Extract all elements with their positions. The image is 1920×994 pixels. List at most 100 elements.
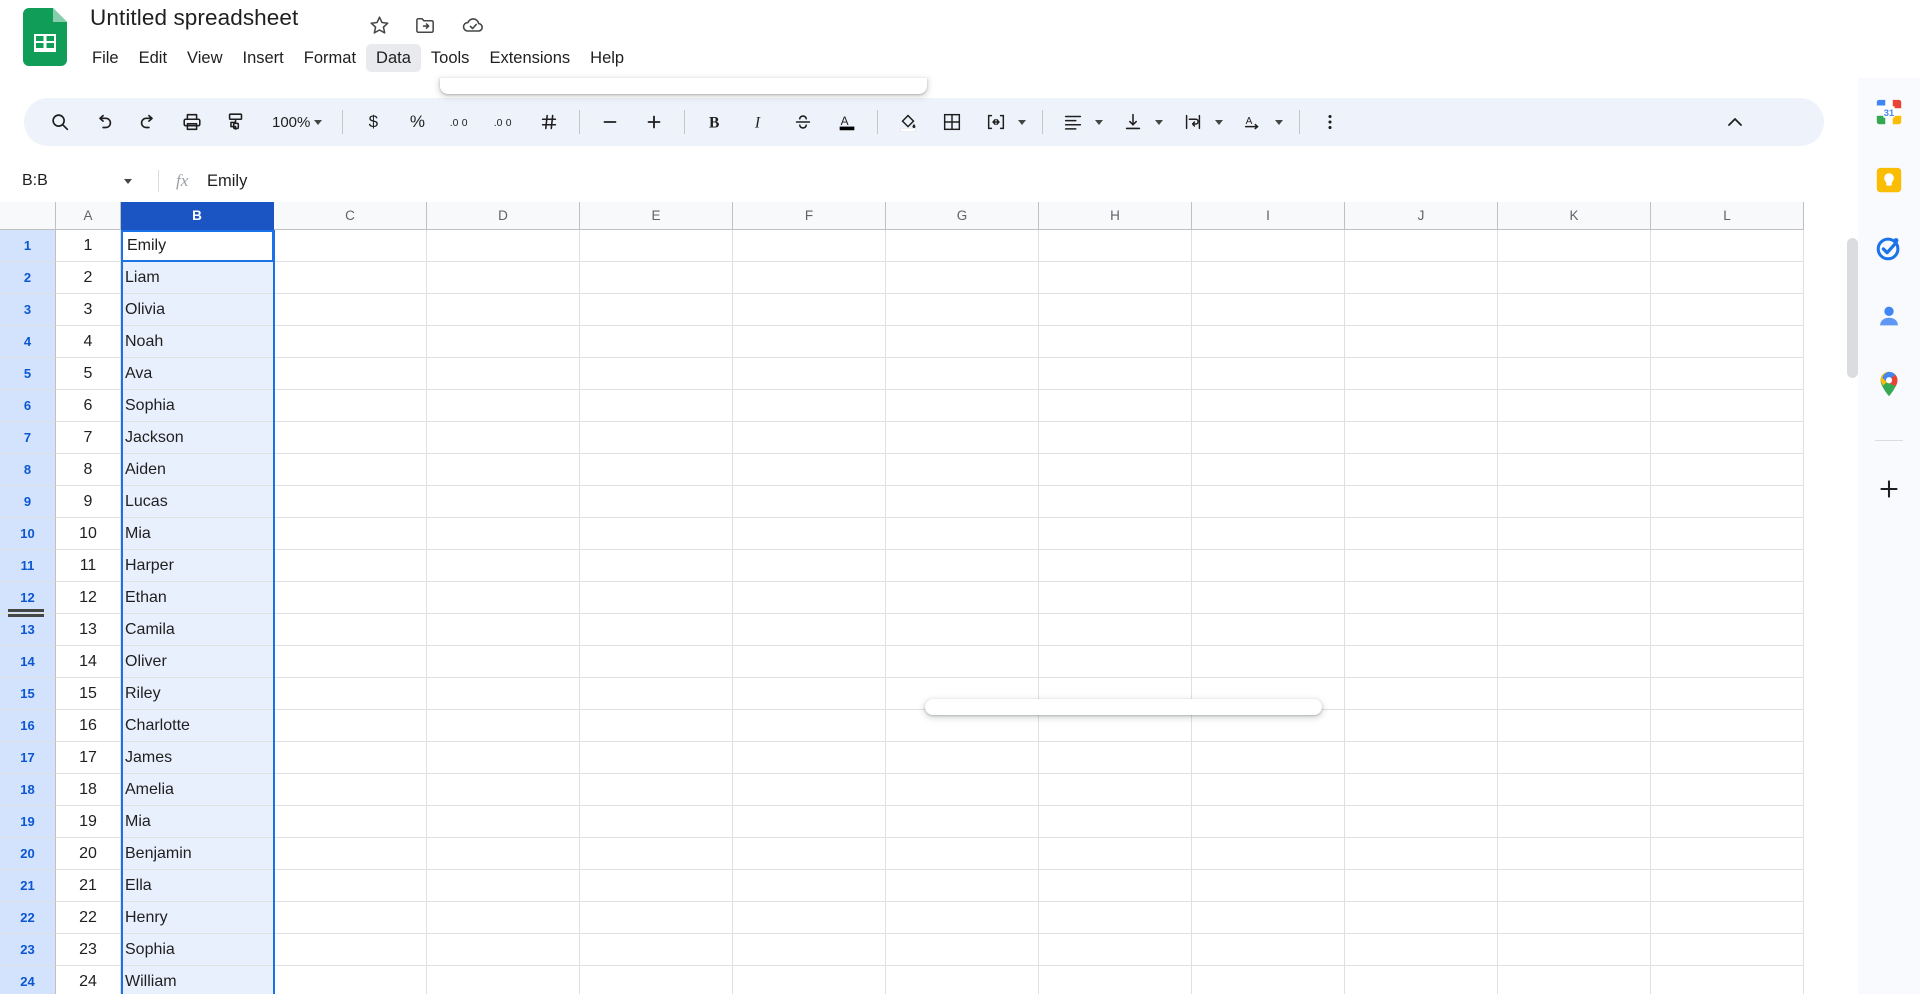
row-header-22[interactable]: 22 (0, 902, 56, 934)
cell-f3[interactable] (733, 294, 886, 326)
cell-g3[interactable] (886, 294, 1039, 326)
row-header-4[interactable]: 4 (0, 326, 56, 358)
cell-k7[interactable] (1498, 422, 1651, 454)
cell-l23[interactable] (1651, 934, 1804, 966)
cell-c24[interactable] (274, 966, 427, 994)
menu-view[interactable]: View (177, 44, 232, 72)
cell-h13[interactable] (1039, 614, 1192, 646)
cell-b7[interactable]: Jackson (121, 422, 274, 454)
cell-d14[interactable] (427, 646, 580, 678)
font-size-decrease-button[interactable] (591, 103, 629, 141)
cell-b4[interactable]: Noah (121, 326, 274, 358)
cell-d8[interactable] (427, 454, 580, 486)
menu-format[interactable]: Format (294, 44, 366, 72)
cell-f14[interactable] (733, 646, 886, 678)
cell-b18[interactable]: Amelia (121, 774, 274, 806)
column-header-d[interactable]: D (427, 202, 580, 230)
row-header-8[interactable]: 8 (0, 454, 56, 486)
cell-h14[interactable] (1039, 646, 1192, 678)
cell-l7[interactable] (1651, 422, 1804, 454)
row-header-7[interactable]: 7 (0, 422, 56, 454)
cell-j17[interactable] (1345, 742, 1498, 774)
cell-l5[interactable] (1651, 358, 1804, 390)
cell-d17[interactable] (427, 742, 580, 774)
row-header-15[interactable]: 15 (0, 678, 56, 710)
name-box[interactable]: B:B (12, 160, 140, 202)
cell-e13[interactable] (580, 614, 733, 646)
text-rotation-icon[interactable]: A (1234, 103, 1272, 141)
cell-i14[interactable] (1192, 646, 1345, 678)
vertical-align-group[interactable] (1111, 103, 1171, 141)
cell-d1[interactable] (427, 230, 580, 262)
cell-d5[interactable] (427, 358, 580, 390)
cell-c22[interactable] (274, 902, 427, 934)
cell-i23[interactable] (1192, 934, 1345, 966)
cell-f8[interactable] (733, 454, 886, 486)
cell-a7[interactable]: 7 (56, 422, 121, 454)
cell-c1[interactable] (274, 230, 427, 262)
cell-b8[interactable]: Aiden (121, 454, 274, 486)
cell-b20[interactable]: Benjamin (121, 838, 274, 870)
google-tasks-icon[interactable] (1871, 230, 1907, 266)
cell-c10[interactable] (274, 518, 427, 550)
cell-e15[interactable] (580, 678, 733, 710)
cell-b15[interactable]: Riley (121, 678, 274, 710)
document-title[interactable]: Untitled spreadsheet (90, 5, 298, 31)
cell-a18[interactable]: 18 (56, 774, 121, 806)
cell-d7[interactable] (427, 422, 580, 454)
cell-a4[interactable]: 4 (56, 326, 121, 358)
row-header-1[interactable]: 1 (0, 230, 56, 262)
cell-e3[interactable] (580, 294, 733, 326)
cell-b2[interactable]: Liam (121, 262, 274, 294)
cell-i18[interactable] (1192, 774, 1345, 806)
cell-b13[interactable]: Camila (121, 614, 274, 646)
cell-k20[interactable] (1498, 838, 1651, 870)
cell-a15[interactable]: 15 (56, 678, 121, 710)
cell-f2[interactable] (733, 262, 886, 294)
cell-e7[interactable] (580, 422, 733, 454)
menu-data[interactable]: Data (366, 44, 421, 72)
cell-h17[interactable] (1039, 742, 1192, 774)
cell-g10[interactable] (886, 518, 1039, 550)
row-header-9[interactable]: 9 (0, 486, 56, 518)
cell-f22[interactable] (733, 902, 886, 934)
cell-g9[interactable] (886, 486, 1039, 518)
cell-e23[interactable] (580, 934, 733, 966)
cell-f11[interactable] (733, 550, 886, 582)
cell-d12[interactable] (427, 582, 580, 614)
cell-b11[interactable]: Harper (121, 550, 274, 582)
cell-b17[interactable]: James (121, 742, 274, 774)
row-header-21[interactable]: 21 (0, 870, 56, 902)
cell-a9[interactable]: 9 (56, 486, 121, 518)
cell-j7[interactable] (1345, 422, 1498, 454)
cloud-saved-icon[interactable] (460, 12, 486, 38)
column-header-e[interactable]: E (580, 202, 733, 230)
cell-h12[interactable] (1039, 582, 1192, 614)
google-calendar-icon[interactable]: 31 (1871, 94, 1907, 130)
row-header-17[interactable]: 17 (0, 742, 56, 774)
cell-f16[interactable] (733, 710, 886, 742)
cell-l12[interactable] (1651, 582, 1804, 614)
percent-format-button[interactable]: % (398, 103, 436, 141)
cell-l14[interactable] (1651, 646, 1804, 678)
cell-l22[interactable] (1651, 902, 1804, 934)
row-resize-handle[interactable] (8, 614, 44, 617)
cell-a23[interactable]: 23 (56, 934, 121, 966)
cell-k4[interactable] (1498, 326, 1651, 358)
cell-k17[interactable] (1498, 742, 1651, 774)
cell-h2[interactable] (1039, 262, 1192, 294)
cell-b21[interactable]: Ella (121, 870, 274, 902)
cell-f5[interactable] (733, 358, 886, 390)
cell-l20[interactable] (1651, 838, 1804, 870)
cell-a5[interactable]: 5 (56, 358, 121, 390)
cell-g11[interactable] (886, 550, 1039, 582)
cell-h23[interactable] (1039, 934, 1192, 966)
cell-j2[interactable] (1345, 262, 1498, 294)
row-header-2[interactable]: 2 (0, 262, 56, 294)
cell-g24[interactable] (886, 966, 1039, 994)
cell-f19[interactable] (733, 806, 886, 838)
add-on-icon[interactable] (1871, 471, 1907, 507)
cell-g13[interactable] (886, 614, 1039, 646)
cell-j5[interactable] (1345, 358, 1498, 390)
cell-a6[interactable]: 6 (56, 390, 121, 422)
